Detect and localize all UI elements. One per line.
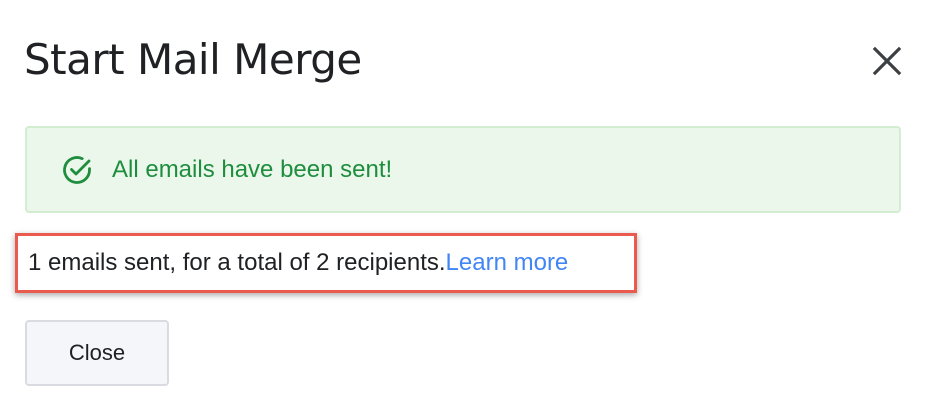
dialog-title: Start Mail Merge bbox=[24, 35, 362, 84]
close-icon[interactable] bbox=[866, 40, 908, 82]
mail-merge-dialog: Start Mail Merge All emails have been se… bbox=[0, 0, 926, 414]
success-message: All emails have been sent! bbox=[112, 155, 393, 183]
summary-text: 1 emails sent, for a total of 2 recipien… bbox=[28, 249, 446, 276]
success-banner: All emails have been sent! bbox=[25, 126, 901, 213]
check-circle-icon bbox=[61, 154, 93, 186]
send-summary: 1 emails sent, for a total of 2 recipien… bbox=[15, 233, 637, 293]
learn-more-link[interactable]: Learn more bbox=[446, 249, 569, 277]
close-button[interactable]: Close bbox=[25, 320, 169, 386]
